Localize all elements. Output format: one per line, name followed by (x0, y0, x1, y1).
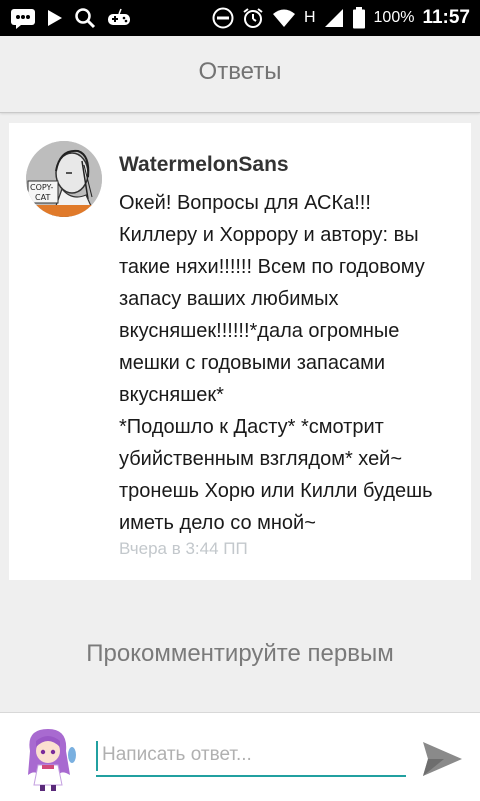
comment-line: мешки с годовыми запасами (119, 352, 386, 374)
comment-line: вкусняшек!!!!!!*дала огромные (119, 320, 400, 342)
text-caret (96, 741, 98, 771)
play-icon (48, 10, 62, 26)
wifi-icon (272, 9, 295, 27)
comment-body: Окей! Вопросы для АСКа!!! Киллеру и Хорр… (119, 187, 459, 539)
avatar-caption-1: COPY- (30, 183, 53, 192)
comment-line: Киллеру и Хоррору и автору: вы (119, 224, 419, 246)
page-title: Ответы (198, 58, 282, 85)
search-icon (75, 8, 96, 29)
comment-timestamp: Вчера в 3:44 ПП (119, 539, 248, 558)
app-header: Ответы (0, 36, 480, 113)
comment-line: вкусняшек* (119, 384, 224, 406)
comment-line: такие няхи!!!!!! Всем по годовому (119, 256, 425, 278)
comment-line: иметь дело со мной~ (119, 512, 316, 534)
comment-author[interactable]: WatermelonSans (119, 153, 289, 177)
empty-replies-text: Прокомментируйте первым (86, 640, 394, 667)
comment-line: запасу ваших любимых (119, 288, 339, 310)
comment-line: *Подошло к Дасту* *смотрит (119, 416, 384, 438)
alarm-icon (243, 8, 263, 28)
clock: 11:57 (422, 7, 470, 28)
minus-circle-icon (212, 7, 234, 29)
reply-input[interactable] (96, 735, 406, 777)
author-avatar[interactable]: COPY- CAT (26, 141, 102, 217)
avatar-drawing-icon: COPY- CAT (26, 141, 102, 217)
comment-line: тронешь Хорю или Килли будешь (119, 480, 433, 502)
comment-line: убийственным взглядом* хей~ (119, 448, 403, 470)
comment-line: Окей! Вопросы для АСКа!!! (119, 192, 371, 214)
message-icon (11, 9, 35, 29)
status-bar: H 100% 11:57 (0, 0, 480, 36)
send-icon[interactable] (420, 739, 464, 779)
battery-percent: 100% (373, 9, 415, 26)
battery-icon (352, 7, 365, 29)
comment-card: COPY- CAT WatermelonSans Окей! Вопросы д… (9, 123, 471, 580)
reply-composer (0, 712, 480, 801)
user-avatar (20, 725, 78, 791)
chibi-avatar-icon (28, 729, 76, 791)
gamepad-icon (108, 8, 130, 25)
avatar-caption-2: CAT (35, 193, 50, 202)
signal-icon (324, 9, 343, 27)
network-type: H (303, 9, 316, 26)
